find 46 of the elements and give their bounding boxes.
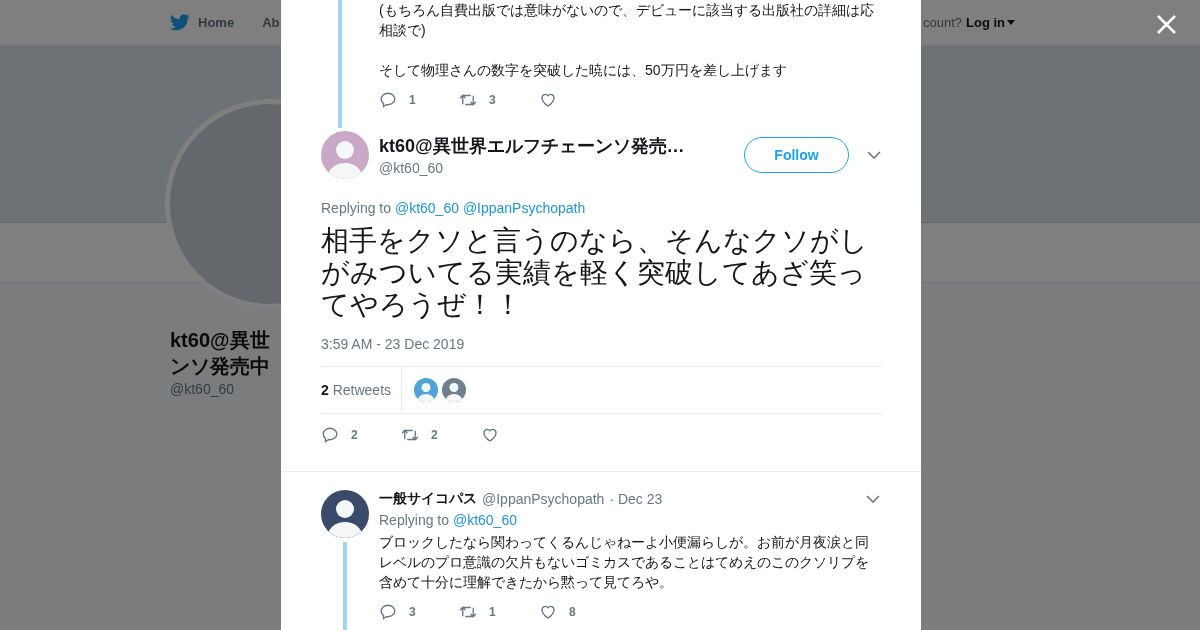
action-count: 3 bbox=[409, 605, 416, 619]
author-handle[interactable]: @IppanPsychopath bbox=[482, 491, 605, 507]
author-name[interactable]: 一般サイコパス bbox=[379, 490, 477, 508]
mention-link[interactable]: @IppanPsychopath bbox=[462, 200, 586, 216]
action-count: 8 bbox=[569, 605, 576, 619]
replying-to: Replying to @kt60_60 @IppanPsychopath bbox=[321, 200, 587, 216]
retweet-icon[interactable] bbox=[401, 426, 419, 444]
replying-to: Replying to @kt60_60 bbox=[379, 512, 518, 528]
reply-icon[interactable] bbox=[379, 603, 397, 621]
tweet-date[interactable]: · Dec 23 bbox=[609, 491, 663, 507]
reply-icon[interactable] bbox=[321, 426, 339, 444]
retweet-icon[interactable] bbox=[459, 91, 477, 109]
tweet-text: そして物理さんの数字を突破した暁には、50万円を差し上げます bbox=[379, 61, 788, 80]
heart-icon[interactable] bbox=[539, 91, 557, 109]
account-prompt: count? bbox=[922, 15, 962, 30]
action-count: 3 bbox=[489, 93, 496, 107]
profile-name: kt60@異世 bbox=[170, 328, 270, 353]
avatar[interactable] bbox=[442, 378, 467, 402]
author-name[interactable]: kt60@異世界エルフチェーンソ発売… bbox=[379, 134, 744, 158]
tweet-text: ブロックしたなら関わってくるんじゃねーよ小便漏らしが。お前が月夜涙と同レベルのプロ意識の欠片もないゴミカスであることはてめえのこのクソリプを含めて十分に理解できたから黙って見てろや。 bbox=[379, 533, 870, 592]
chevron-down-icon[interactable] bbox=[866, 495, 880, 503]
caret-icon bbox=[1007, 20, 1015, 25]
login-link[interactable]: Log in bbox=[966, 15, 1015, 30]
tweet-text: 相手をクソと言うのなら、そんなクソがしがみついてる実績を軽く突破してあざ笑ってやろうぜ！！ bbox=[321, 225, 869, 321]
mention-link[interactable]: @kt60_60 bbox=[394, 200, 459, 216]
mention-link[interactable]: @kt60_60 bbox=[452, 512, 517, 528]
retweet-stat[interactable]: 2 Retweets bbox=[321, 367, 403, 413]
retweet-icon[interactable] bbox=[459, 603, 477, 621]
home-link[interactable]: Home bbox=[198, 15, 235, 30]
follow-button[interactable]: Follow bbox=[744, 137, 849, 173]
action-count: 2 bbox=[431, 428, 438, 442]
profile-handle: @kt60_60 bbox=[170, 381, 235, 397]
heart-icon[interactable] bbox=[481, 426, 499, 444]
action-count: 2 bbox=[351, 428, 358, 442]
reply-icon[interactable] bbox=[379, 91, 397, 109]
action-count: 1 bbox=[409, 93, 416, 107]
tweet-timestamp: 3:59 AM - 23 Dec 2019 bbox=[321, 336, 882, 367]
action-count: 1 bbox=[489, 605, 496, 619]
author-handle[interactable]: @kt60_60 bbox=[379, 160, 744, 176]
heart-icon[interactable] bbox=[539, 603, 557, 621]
chevron-down-icon[interactable] bbox=[867, 151, 881, 159]
close-icon[interactable] bbox=[1157, 15, 1176, 34]
nav-link[interactable]: Ab bbox=[262, 15, 280, 30]
tweet-text: (もちろん自費出版では意味がないので、デビューに該当する出版社の詳細は応相談で) bbox=[379, 1, 875, 40]
profile-name: ンソ発売中 bbox=[170, 354, 270, 379]
avatar[interactable] bbox=[321, 490, 369, 538]
